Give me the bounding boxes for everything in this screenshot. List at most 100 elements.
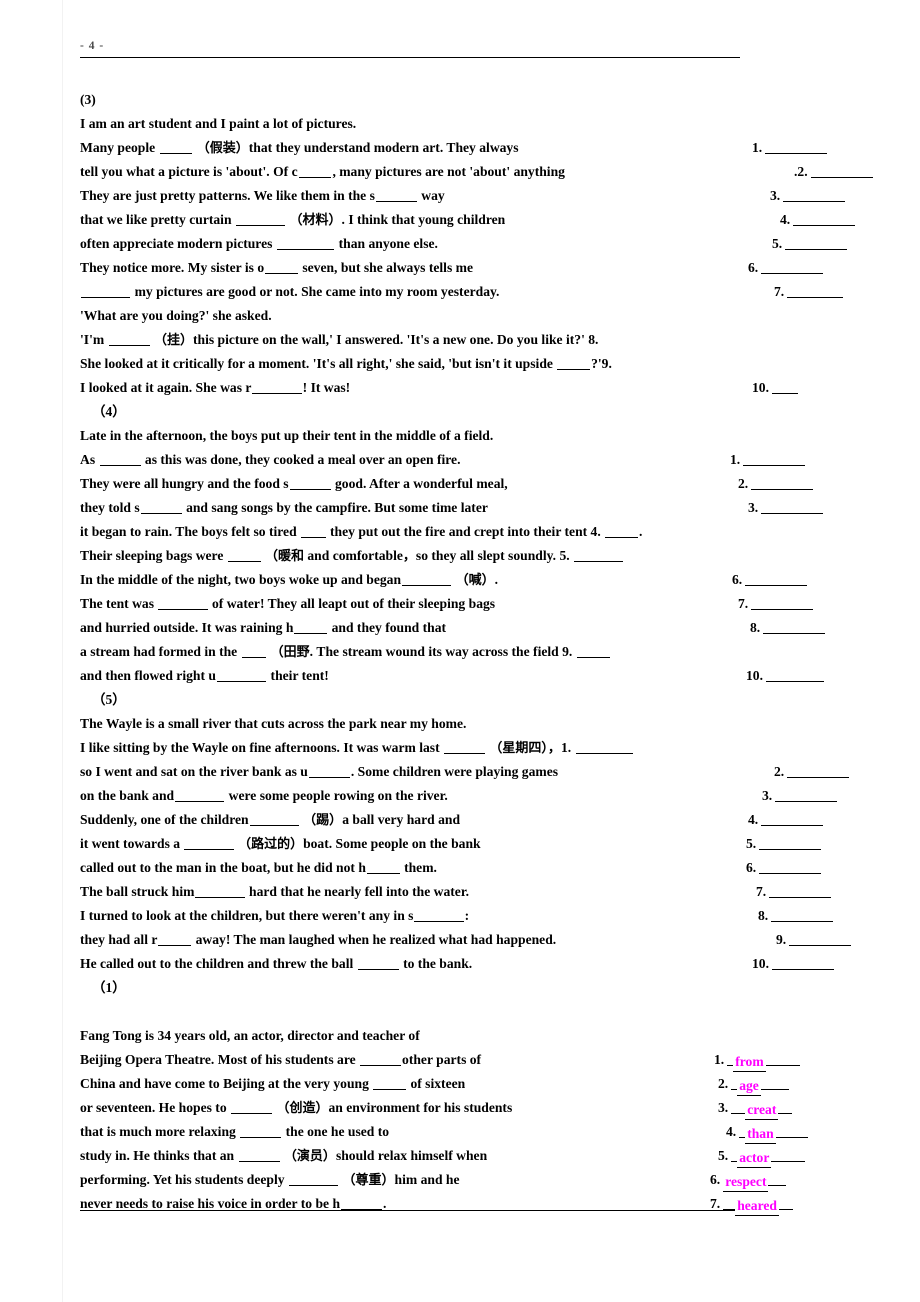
answer-slot[interactable]: 4. xyxy=(780,208,856,232)
fill-in-blank[interactable] xyxy=(357,969,399,970)
answer-rule[interactable] xyxy=(772,956,834,970)
answer-rule[interactable] xyxy=(751,476,814,490)
answer-slot[interactable]: 5. xyxy=(746,832,822,856)
fill-in-blank[interactable] xyxy=(265,273,298,274)
answer-rule[interactable] xyxy=(761,260,824,274)
answer-slot[interactable]: 7. xyxy=(738,592,814,616)
answer-slot[interactable]: 3. creat xyxy=(718,1096,793,1120)
fill-in-blank[interactable] xyxy=(301,537,326,538)
answer-rule[interactable] xyxy=(751,596,814,610)
answer-slot[interactable]: 4. than xyxy=(726,1120,808,1144)
fill-in-blank[interactable] xyxy=(99,465,141,466)
handwritten-answer[interactable]: from xyxy=(733,1052,766,1072)
fill-in-blank[interactable] xyxy=(227,561,261,562)
fill-in-blank[interactable] xyxy=(240,1137,282,1138)
answer-rule[interactable] xyxy=(743,452,806,466)
fill-in-blank[interactable] xyxy=(195,897,245,898)
answer-slot[interactable]: 3. xyxy=(770,184,846,208)
fill-in-blank[interactable] xyxy=(175,801,225,802)
handwritten-answer[interactable]: respect xyxy=(723,1172,769,1192)
answer-slot[interactable]: 2. xyxy=(774,760,850,784)
answer-slot[interactable]: 1. xyxy=(730,448,806,472)
answer-slot[interactable]: 10. xyxy=(752,952,834,976)
answer-slot[interactable]: 8. xyxy=(750,616,826,640)
answer-slot[interactable]: 2. xyxy=(738,472,814,496)
fill-in-blank[interactable] xyxy=(249,825,299,826)
answer-slot[interactable]: 10. xyxy=(752,376,798,400)
answer-slot[interactable]: 1. from xyxy=(714,1048,800,1072)
answer-rule[interactable] xyxy=(759,836,822,850)
fill-in-blank[interactable] xyxy=(235,225,286,226)
fill-in-blank[interactable] xyxy=(373,1089,407,1090)
answer-rule[interactable] xyxy=(766,668,824,682)
answer-slot[interactable]: 3. xyxy=(762,784,838,808)
fill-in-blank[interactable] xyxy=(298,177,332,178)
answer-rule[interactable] xyxy=(759,860,822,874)
answer-rule[interactable] xyxy=(775,788,838,802)
handwritten-answer[interactable]: heared xyxy=(735,1196,779,1216)
fill-in-blank[interactable] xyxy=(158,609,208,610)
answer-slot[interactable]: 3. xyxy=(748,496,824,520)
fill-in-blank[interactable] xyxy=(574,561,624,562)
fill-in-blank[interactable] xyxy=(241,657,267,658)
answer-rule[interactable] xyxy=(763,620,826,634)
fill-in-blank[interactable] xyxy=(81,297,131,298)
answer-rule[interactable] xyxy=(772,380,798,394)
fill-in-blank[interactable] xyxy=(238,1161,280,1162)
answer-rule[interactable] xyxy=(771,908,834,922)
answer-slot[interactable]: 5. xyxy=(772,232,848,256)
handwritten-answer[interactable]: actor xyxy=(737,1148,772,1168)
answer-rule[interactable] xyxy=(761,500,824,514)
fill-in-blank[interactable] xyxy=(276,249,335,250)
fill-in-blank[interactable] xyxy=(158,945,192,946)
answer-slot[interactable]: 7. xyxy=(774,280,844,304)
fill-in-blank[interactable] xyxy=(231,1113,273,1114)
fill-in-blank[interactable] xyxy=(576,657,610,658)
handwritten-answer[interactable]: than xyxy=(745,1124,776,1144)
answer-slot[interactable]: 5. actor xyxy=(718,1144,806,1168)
fill-in-blank[interactable] xyxy=(294,633,328,634)
answer-rule[interactable] xyxy=(787,764,850,778)
answer-rule[interactable] xyxy=(745,572,808,586)
fill-in-blank[interactable] xyxy=(605,537,638,538)
answer-slot[interactable]: 10. xyxy=(746,664,824,688)
answer-slot[interactable]: 2. age xyxy=(718,1072,789,1096)
fill-in-blank[interactable] xyxy=(414,921,464,922)
fill-in-blank[interactable] xyxy=(108,345,150,346)
answer-rule[interactable] xyxy=(765,140,828,154)
answer-slot[interactable]: 6. respect xyxy=(710,1168,787,1192)
fill-in-blank[interactable] xyxy=(184,849,234,850)
fill-in-blank[interactable] xyxy=(252,393,302,394)
answer-rule[interactable] xyxy=(783,188,846,202)
answer-rule[interactable] xyxy=(789,932,852,946)
fill-in-blank[interactable] xyxy=(375,201,417,202)
fill-in-blank[interactable] xyxy=(575,753,633,754)
fill-in-blank[interactable] xyxy=(308,777,350,778)
answer-slot[interactable]: 4. xyxy=(748,808,824,832)
answer-slot[interactable]: .2. xyxy=(794,160,873,184)
answer-slot[interactable]: 8. xyxy=(758,904,834,928)
answer-rule[interactable] xyxy=(810,164,873,178)
answer-rule[interactable] xyxy=(787,284,844,298)
fill-in-blank[interactable] xyxy=(366,873,400,874)
fill-in-blank[interactable] xyxy=(402,585,452,586)
answer-slot[interactable]: 6. xyxy=(746,856,822,880)
fill-in-blank[interactable] xyxy=(557,369,591,370)
answer-slot[interactable]: 9. xyxy=(776,928,852,952)
fill-in-blank[interactable] xyxy=(216,681,267,682)
answer-slot[interactable]: 6. xyxy=(732,568,808,592)
answer-rule[interactable] xyxy=(785,236,848,250)
fill-in-blank[interactable] xyxy=(444,753,486,754)
answer-slot[interactable]: 1. xyxy=(752,136,828,160)
fill-in-blank[interactable] xyxy=(140,513,182,514)
answer-slot[interactable]: 7. xyxy=(756,880,832,904)
fill-in-blank[interactable] xyxy=(288,1185,339,1186)
answer-slot[interactable]: 7. heared xyxy=(710,1192,793,1216)
answer-rule[interactable] xyxy=(793,212,856,226)
fill-in-blank[interactable] xyxy=(289,489,331,490)
fill-in-blank[interactable] xyxy=(159,153,193,154)
handwritten-answer[interactable]: age xyxy=(737,1076,761,1096)
fill-in-blank[interactable] xyxy=(360,1065,402,1066)
handwritten-answer[interactable]: creat xyxy=(745,1100,779,1120)
answer-rule[interactable] xyxy=(769,884,832,898)
